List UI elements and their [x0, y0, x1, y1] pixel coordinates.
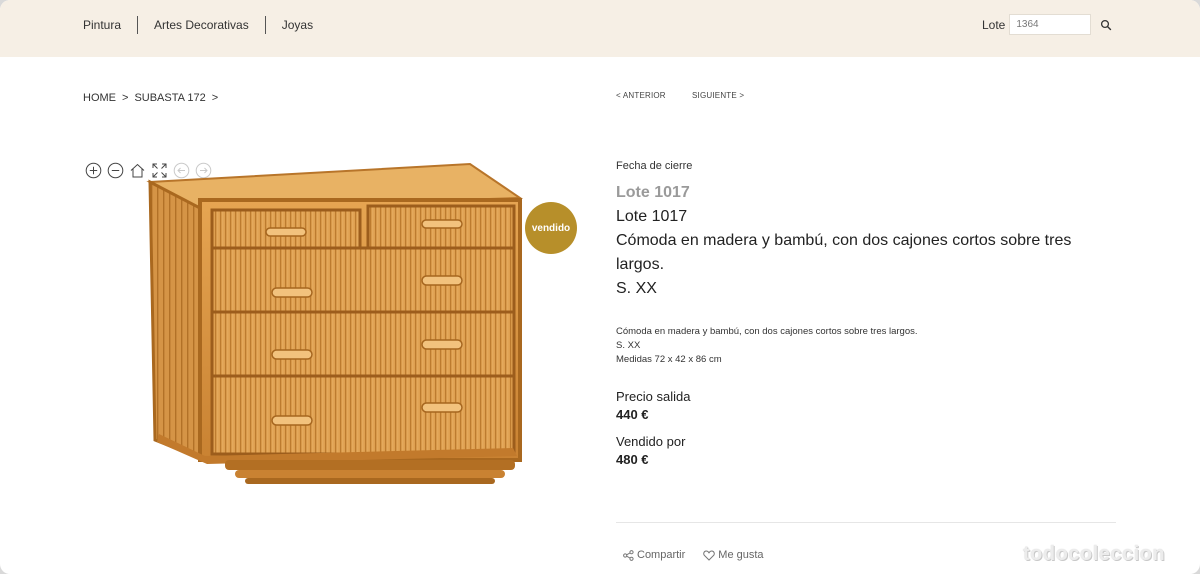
like-button[interactable]: Me gusta — [703, 549, 764, 561]
nav-item-artes-decorativas[interactable]: Artes Decorativas — [137, 16, 265, 34]
description-line: Medidas 72 x 42 x 86 cm — [616, 354, 722, 365]
divider — [616, 522, 1116, 523]
closing-date-label: Fecha de cierre — [616, 160, 693, 172]
sold-price-value: 480 € — [616, 452, 649, 467]
lot-search-label: Lote — [982, 17, 1006, 32]
sold-price-label: Vendido por — [616, 434, 686, 449]
lot-century: S. XX — [616, 280, 657, 297]
sold-badge: vendido — [525, 202, 577, 254]
nav-item-pintura[interactable]: Pintura — [83, 16, 137, 34]
top-bar: Pintura Artes Decorativas Joyas Lote — [0, 0, 1200, 57]
bamboo-dresser-image — [146, 162, 524, 484]
share-label: Compartir — [637, 549, 686, 561]
sold-price: Vendido por 480 € — [616, 434, 1116, 467]
share-icon — [623, 549, 634, 561]
lot-number-heading: Lote 1017 — [616, 184, 690, 201]
share-button[interactable]: Compartir — [623, 549, 685, 561]
zoom-out-icon[interactable] — [106, 161, 124, 179]
breadcrumb-auction[interactable]: SUBASTA 172 — [134, 92, 205, 104]
lot-actions: Compartir Me gusta — [623, 549, 764, 561]
starting-price-value: 440 € — [616, 407, 649, 422]
lot-search: Lote — [982, 14, 1112, 35]
description-line: S. XX — [616, 340, 641, 351]
watermark-logo: todocoleccion — [1023, 543, 1166, 565]
breadcrumb-home[interactable]: HOME — [83, 92, 116, 104]
product-photo[interactable] — [145, 160, 525, 492]
lot-details: Fecha de cierre Lote 1017 Lote 1017 Cómo… — [616, 160, 1116, 467]
breadcrumb-separator: > — [211, 92, 219, 104]
starting-price-label: Precio salida — [616, 389, 691, 404]
heart-icon — [703, 549, 716, 561]
lot-search-input[interactable] — [1009, 14, 1092, 35]
next-lot-link[interactable]: SIGUIENTE > — [692, 91, 744, 100]
page: Pintura Artes Decorativas Joyas Lote HOM… — [0, 0, 1200, 574]
lot-description: Cómoda en madera y bambú, con dos cajone… — [616, 325, 1116, 367]
breadcrumb: HOME > SUBASTA 172 > — [83, 92, 224, 104]
like-label: Me gusta — [718, 549, 764, 561]
description-line: Cómoda en madera y bambú, con dos cajone… — [616, 326, 918, 337]
zoom-in-icon[interactable] — [84, 161, 102, 179]
search-icon[interactable] — [1100, 19, 1112, 31]
previous-lot-link[interactable]: < ANTERIOR — [616, 91, 666, 100]
category-nav: Pintura Artes Decorativas Joyas — [83, 16, 329, 34]
starting-price: Precio salida 440 € — [616, 389, 1116, 422]
lot-title: Lote 1017 — [616, 208, 688, 225]
nav-item-joyas[interactable]: Joyas — [264, 16, 329, 34]
lot-description-title: Cómoda en madera y bambú, con dos cajone… — [616, 232, 1072, 273]
home-icon[interactable] — [128, 161, 146, 179]
breadcrumb-separator: > — [122, 92, 129, 104]
